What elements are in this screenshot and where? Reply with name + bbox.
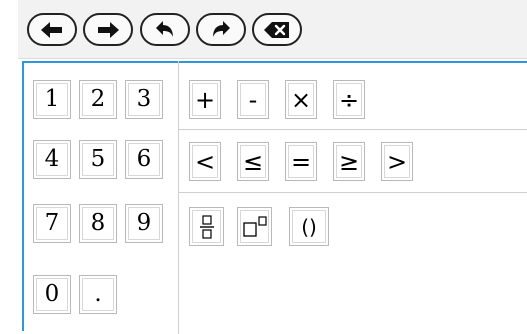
digit-9-key[interactable]: 9 (125, 204, 163, 243)
undo-icon (156, 20, 173, 37)
back-button[interactable] (27, 13, 77, 46)
digit-4-key[interactable]: 4 (33, 140, 71, 179)
exponent-button[interactable] (237, 207, 272, 246)
digit-2-key[interactable]: 2 (79, 80, 117, 119)
digit-7-key[interactable]: 7 (33, 204, 71, 243)
fraction-icon (199, 214, 214, 239)
operator-row-divider (179, 129, 527, 130)
greater-equal-key[interactable]: ≥ (333, 142, 365, 181)
exponent-icon (242, 215, 267, 237)
digit-1-key[interactable]: 1 (33, 80, 71, 119)
undo-button[interactable] (140, 13, 190, 46)
digit-5-key[interactable]: 5 (79, 140, 117, 179)
plus-key[interactable]: + (189, 80, 221, 119)
greater-than-key[interactable]: > (381, 142, 413, 181)
keypad-divider (178, 61, 179, 334)
backspace-icon (264, 21, 289, 38)
backspace-button[interactable] (252, 13, 302, 46)
parentheses-button[interactable]: () (289, 207, 329, 246)
redo-icon (213, 20, 230, 37)
arrow-right-icon (98, 21, 119, 38)
divide-key[interactable]: ÷ (333, 80, 365, 119)
arrow-left-icon (41, 21, 62, 38)
times-key[interactable]: × (285, 80, 317, 119)
less-than-key[interactable]: < (189, 142, 221, 181)
keypad-toolbar (18, 0, 527, 59)
comparison-row-divider (179, 192, 527, 193)
forward-button[interactable] (83, 13, 133, 46)
decimal-point-key[interactable]: . (79, 275, 117, 314)
less-equal-key[interactable]: ≤ (237, 142, 269, 181)
fraction-button[interactable] (189, 207, 224, 246)
digit-8-key[interactable]: 8 (79, 204, 117, 243)
minus-key[interactable]: - (237, 80, 269, 119)
digit-3-key[interactable]: 3 (125, 80, 163, 119)
equals-key[interactable]: = (285, 142, 317, 181)
redo-button[interactable] (196, 13, 246, 46)
digit-6-key[interactable]: 6 (125, 140, 163, 179)
digit-0-key[interactable]: 0 (33, 275, 71, 314)
